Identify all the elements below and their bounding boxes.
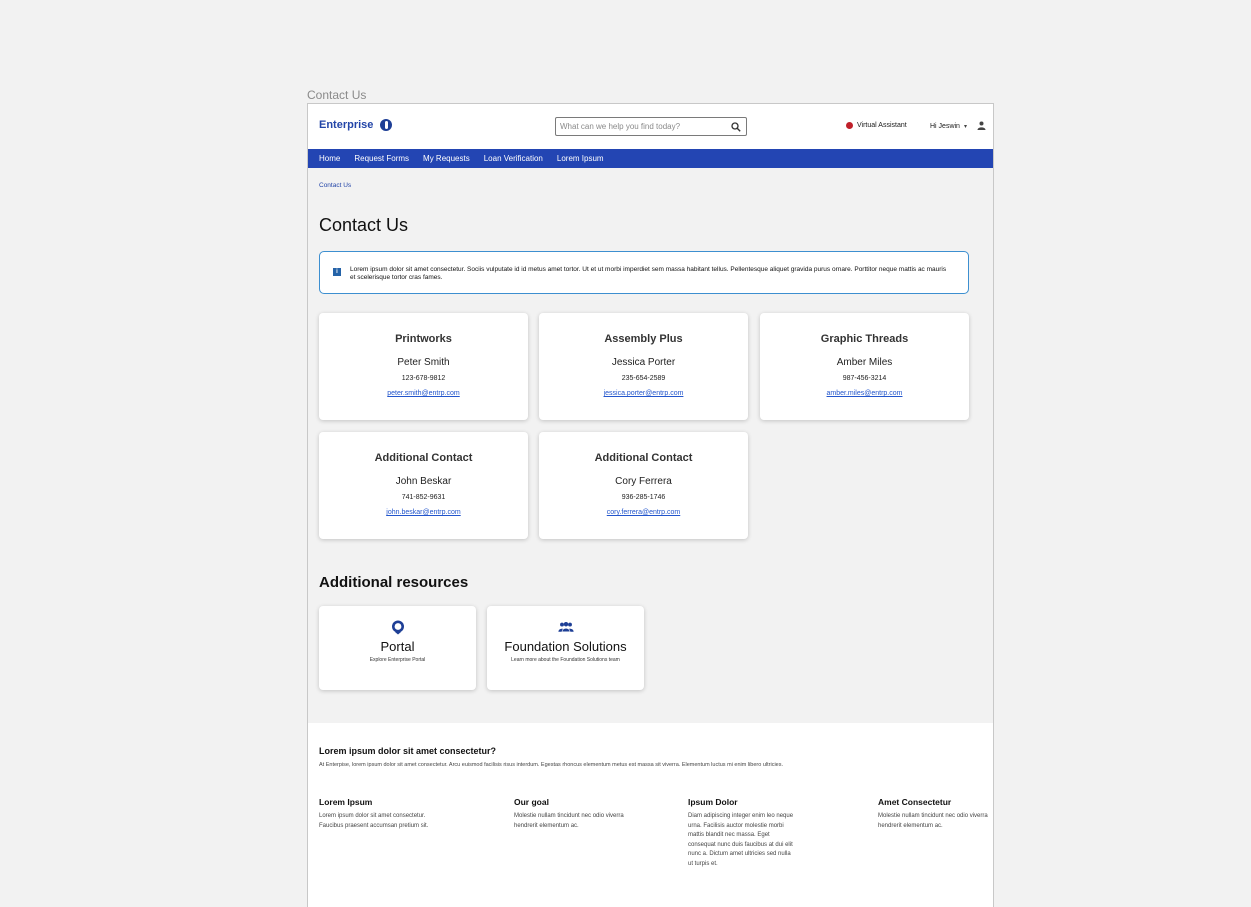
resource-description: Explore Enterprise Portal [369, 657, 426, 663]
contact-email-link[interactable]: amber.miles@entrp.com [827, 390, 903, 397]
contact-name: Peter Smith [397, 357, 450, 368]
info-icon: i [333, 268, 341, 276]
contact-name: Amber Miles [836, 357, 893, 368]
footer-column: Our goal Molestie nullam tincidunt nec o… [514, 797, 624, 831]
info-alert: i Lorem ipsum dolor sit amet consectetur… [319, 251, 969, 294]
chevron-down-icon: ▾ [963, 124, 967, 130]
footer-column-text: Molestie nullam tincidunt nec odio viver… [878, 813, 988, 829]
footer-column-title: Our goal [514, 797, 549, 807]
team-icon [557, 619, 574, 635]
contact-phone: 936-285-1746 [621, 494, 666, 501]
contact-card: Printworks Peter Smith 123-678-9812 pete… [319, 313, 528, 420]
nav-loan-verification[interactable]: Loan Verification [484, 154, 543, 163]
user-menu[interactable]: Hi Jeswin ▾ [930, 121, 986, 132]
resource-card-portal[interactable]: Portal Explore Enterprise Portal [319, 606, 476, 690]
nav-request-forms[interactable]: Request Forms [354, 154, 409, 163]
user-icon [977, 121, 986, 132]
search-icon[interactable] [728, 119, 744, 135]
contact-email-link[interactable]: cory.ferrera@entrp.com [607, 509, 681, 516]
main-nav: Home Request Forms My Requests Loan Veri… [308, 149, 993, 168]
contact-email-link[interactable]: jessica.porter@entrp.com [604, 390, 684, 397]
page-frame: Enterprise Virtual Assistant Hi Jeswin ▾… [307, 103, 994, 907]
contact-card: Graphic Threads Amber Miles 987-456-3214… [760, 313, 969, 420]
footer-column: Amet Consectetur Molestie nullam tincidu… [878, 797, 988, 831]
chat-bubble-icon [846, 122, 853, 129]
contact-card: Additional Contact John Beskar 741-852-9… [319, 432, 528, 539]
contact-phone: 741-852-9631 [401, 494, 446, 501]
frame-label: Contact Us [307, 88, 367, 102]
footer-heading: Lorem ipsum dolor sit amet consectetur? [319, 746, 497, 756]
contact-company: Assembly Plus [604, 333, 683, 345]
brand-mark-icon [380, 119, 393, 131]
contact-card: Additional Contact Cory Ferrera 936-285-… [539, 432, 748, 539]
contact-email-link[interactable]: john.beskar@entrp.com [386, 509, 460, 516]
contact-email-link[interactable]: peter.smith@entrp.com [387, 390, 459, 397]
virtual-assistant-button[interactable]: Virtual Assistant [846, 122, 907, 129]
contact-name: Cory Ferrera [615, 476, 672, 487]
footer-column: Lorem Ipsum Lorem ipsum dolor sit amet c… [319, 797, 429, 831]
nav-my-requests[interactable]: My Requests [423, 154, 470, 163]
contact-phone: 235-654-2589 [621, 375, 666, 382]
alert-text: Lorem ipsum dolor sit amet consectetur. … [350, 266, 947, 281]
search-input[interactable] [556, 118, 728, 135]
contact-company: Additional Contact [374, 452, 473, 464]
breadcrumb[interactable]: Contact Us [319, 182, 351, 189]
contact-company: Additional Contact [594, 452, 693, 464]
portal-icon [390, 619, 406, 635]
resources-title: Additional resources [319, 574, 469, 591]
search-box [555, 117, 747, 136]
footer-column: Ipsum Dolor Diam adipiscing integer enim… [688, 797, 796, 869]
footer-column-text: Molestie nullam tincidunt nec odio viver… [514, 813, 624, 829]
footer-column-title: Ipsum Dolor [688, 797, 738, 807]
resource-title: Foundation Solutions [504, 639, 627, 654]
footer: Lorem ipsum dolor sit amet consectetur? … [308, 723, 993, 907]
contact-phone: 123-678-9812 [401, 375, 446, 382]
footer-column-text: Lorem ipsum dolor sit amet consectetur. … [319, 813, 429, 829]
virtual-assistant-label: Virtual Assistant [857, 122, 907, 129]
contact-name: Jessica Porter [611, 357, 676, 368]
page-title: Contact Us [319, 215, 409, 235]
nav-lorem-ipsum[interactable]: Lorem Ipsum [557, 154, 604, 163]
user-greeting: Hi Jeswin [930, 123, 960, 130]
contact-card: Assembly Plus Jessica Porter 235-654-258… [539, 313, 748, 420]
brand-logo[interactable]: Enterprise [319, 119, 393, 131]
nav-home[interactable]: Home [319, 154, 340, 163]
footer-column-text: Diam adipiscing integer enim leo neque u… [688, 813, 794, 867]
footer-column-title: Amet Consectetur [878, 797, 952, 807]
top-header: Enterprise Virtual Assistant Hi Jeswin ▾ [308, 104, 993, 149]
contact-name: John Beskar [395, 476, 452, 487]
contact-company: Printworks [395, 333, 452, 345]
footer-column-title: Lorem Ipsum [319, 797, 373, 807]
resource-description: Learn more about the Foundation Solution… [511, 657, 620, 663]
footer-subheading: At Enterpise, lorem ipsum dolor sit amet… [319, 762, 784, 768]
brand-name: Enterprise [319, 119, 374, 131]
resource-card-foundation[interactable]: Foundation Solutions Learn more about th… [487, 606, 644, 690]
contact-phone: 987-456-3214 [842, 375, 887, 382]
contact-company: Graphic Threads [820, 333, 909, 345]
resource-title: Portal [380, 639, 415, 654]
